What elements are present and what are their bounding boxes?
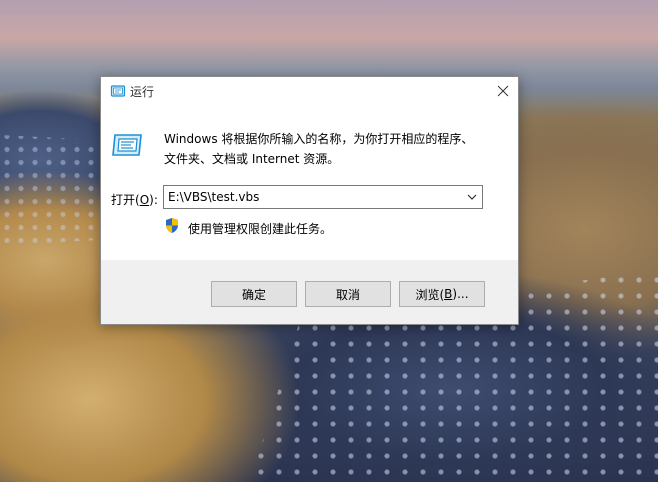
open-label-suffix: ): [149,193,158,207]
run-icon [110,85,126,97]
dialog-description: Windows 将根据你所输入的名称，为你打开相应的程序、 文件夹、文档或 In… [164,129,504,169]
browse-label-key: B [444,287,453,301]
open-combobox[interactable]: E:\VBS\test.vbs [163,185,483,209]
close-button[interactable] [488,77,518,104]
open-input[interactable]: E:\VBS\test.vbs [168,190,259,204]
open-label-prefix: 打开( [111,193,140,207]
title-bar[interactable]: 运行 [101,77,518,104]
description-line-2: 文件夹、文档或 Internet 资源。 [164,152,340,166]
cancel-button[interactable]: 取消 [305,281,391,307]
browse-button[interactable]: 浏览(B)... [399,281,485,307]
button-bar: 确定 取消 浏览(B)... [101,260,518,324]
uac-shield-icon [166,218,178,233]
admin-note: 使用管理权限创建此任务。 [188,222,333,236]
ok-button[interactable]: 确定 [211,281,297,307]
chevron-down-icon[interactable] [464,189,480,205]
dialog-title: 运行 [130,85,155,99]
description-line-1: Windows 将根据你所输入的名称，为你打开相应的程序、 [164,132,474,146]
browse-label-prefix: 浏览( [415,287,445,302]
open-label-key: O [139,193,150,207]
run-large-icon [112,134,142,156]
run-dialog: 运行 Windows 将根据你所输入的名称，为你打开相应的程序、 文件夹、文档或… [100,76,519,325]
browse-label-suffix: )... [452,287,469,301]
close-icon [497,85,509,96]
open-label: 打开(O): [111,191,158,208]
